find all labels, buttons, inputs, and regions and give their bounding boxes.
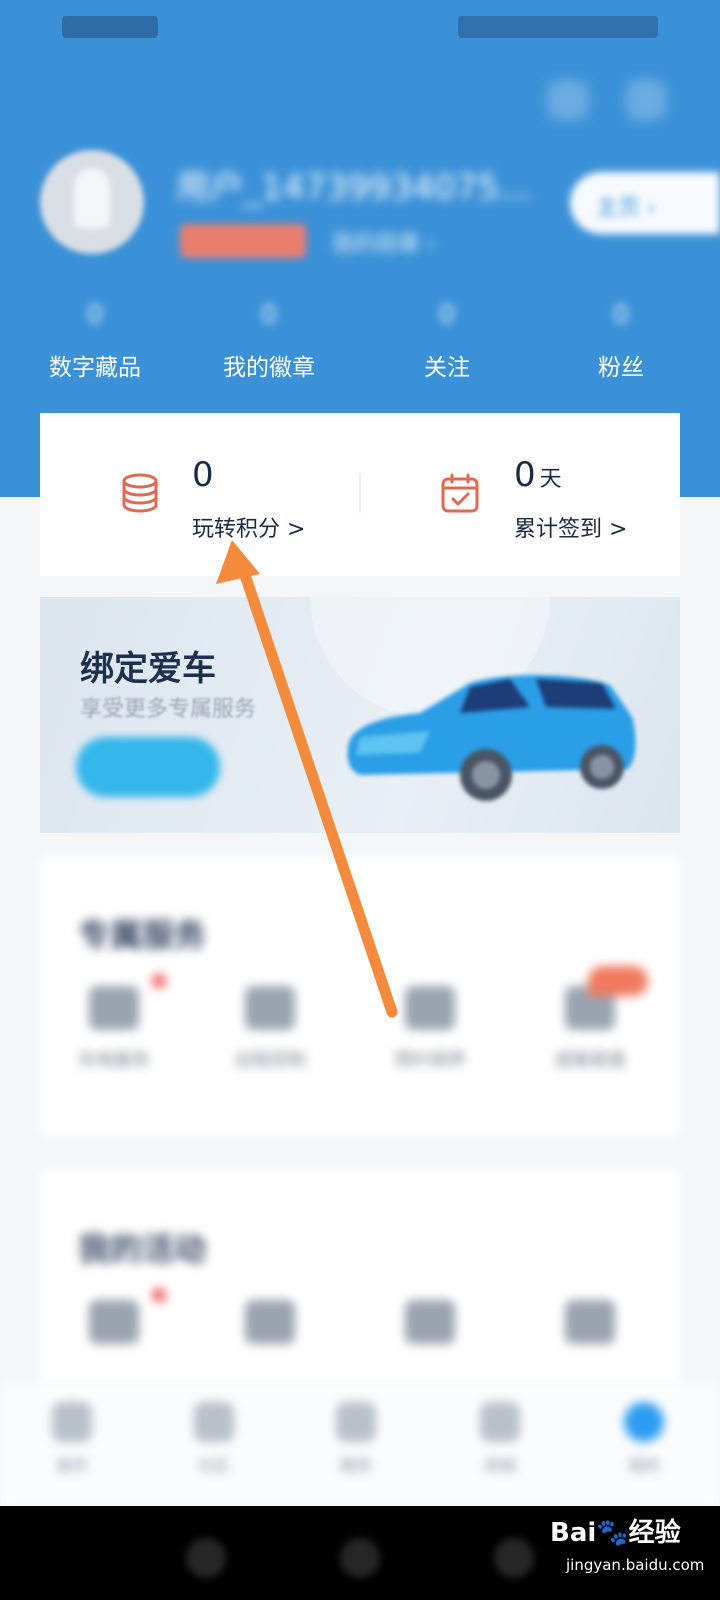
tab-label: 商城 [483,1456,516,1475]
new-badge [588,966,648,996]
tab-label: 服务 [339,1456,372,1475]
stat-digital-collections[interactable]: 0 数字藏品 [20,300,170,382]
car-image [347,675,636,801]
stat-value: 0 [260,300,278,330]
activity-icon [245,1300,295,1344]
section-title: 我的活动 [78,1230,207,1268]
exclusive-services-section: 专属服务 充电服务 远程控制 预约保养 道路救援 [40,856,680,1136]
service-item[interactable]: 充电服务 [44,986,184,1072]
service-icon [89,986,139,1030]
signin-link[interactable]: 累计签到 > [514,511,627,543]
stat-label: 粉丝 [598,355,644,381]
signin-days: 0天 [514,455,562,495]
tab-service[interactable]: 服务 [316,1402,396,1476]
notification-dot [152,1288,166,1302]
back-icon[interactable] [186,1538,226,1578]
signin-value: 0 [514,455,536,495]
tab-label: 我的 [627,1456,660,1475]
stat-following[interactable]: 0 关注 [372,300,522,382]
service-item[interactable]: 道路救援 [520,986,660,1072]
activity-icon [89,1300,139,1344]
profile-icon [624,1402,664,1442]
tab-label: 社区 [197,1456,230,1475]
tab-home[interactable]: 首页 [32,1402,112,1476]
activity-item[interactable] [360,1300,500,1344]
activity-item[interactable] [200,1300,340,1344]
service-icon [405,986,455,1030]
user-name: 用户_14739934075... [176,168,532,208]
tab-shop[interactable]: 商城 [460,1402,540,1476]
service-label: 充电服务 [78,1050,150,1071]
car-service-icon [336,1402,376,1442]
settings-icon[interactable] [626,80,666,120]
bind-car-subtitle: 享受更多专属服务 [80,697,257,722]
section-title: 专属服务 [78,916,207,954]
service-label: 远程控制 [234,1050,306,1071]
stat-value: 0 [438,300,456,330]
status-bar-indicators [458,16,658,38]
stat-label: 数字藏品 [49,355,141,381]
service-icon [245,986,295,1030]
notification-dot [152,974,166,988]
bind-car-title: 绑定爱车 [80,649,216,689]
tab-mine[interactable]: 我的 [604,1402,684,1476]
bind-car-banner[interactable]: 绑定爱车 享受更多专属服务 [40,597,680,833]
card-divider [359,473,361,513]
profile-home-button-label: 主页 › [596,196,656,221]
bind-car-button[interactable] [76,737,220,797]
calendar-check-icon [441,473,479,513]
level-badge[interactable] [180,224,306,258]
stat-value: 0 [612,300,630,330]
my-activities-section: 我的活动 [40,1170,680,1384]
tab-community[interactable]: 社区 [174,1402,254,1476]
recents-icon[interactable] [494,1538,534,1578]
watermark-url: jingyan.baidu.com [566,1556,705,1574]
points-link[interactable]: 玩转积分 > [192,511,305,543]
stat-value: 0 [86,300,104,330]
coin-stack-icon [122,473,158,513]
service-item[interactable]: 远程控制 [200,986,340,1072]
activity-icon [565,1300,615,1344]
service-item[interactable]: 预约保养 [360,986,500,1072]
activity-item[interactable] [44,1300,184,1344]
badge-link[interactable]: 我的勋章 › [332,226,436,258]
activity-icon [405,1300,455,1344]
points-value: 0 [192,455,214,495]
bottom-tab-bar: 首页 社区 服务 商城 我的 [0,1384,720,1506]
scan-icon[interactable] [548,80,588,120]
stat-label: 我的徽章 [223,355,315,381]
activity-item[interactable] [520,1300,660,1344]
watermark-brand: Bai🐾经验 [550,1518,681,1548]
community-icon [194,1402,234,1442]
status-bar-time [62,16,158,38]
stat-followers[interactable]: 0 粉丝 [546,300,696,382]
stat-label: 关注 [424,355,470,381]
avatar[interactable] [40,150,144,254]
status-bar [0,0,720,52]
points-card: 0 玩转积分 > 0天 累计签到 > [40,413,680,576]
tab-label: 首页 [55,1456,88,1475]
service-label: 预约保养 [394,1050,466,1071]
shop-icon [480,1402,520,1442]
home-button-icon[interactable] [340,1538,380,1578]
signin-unit: 天 [539,467,562,492]
service-label: 道路救援 [554,1050,626,1071]
home-icon [52,1402,92,1442]
stat-my-badges[interactable]: 0 我的徽章 [194,300,344,382]
